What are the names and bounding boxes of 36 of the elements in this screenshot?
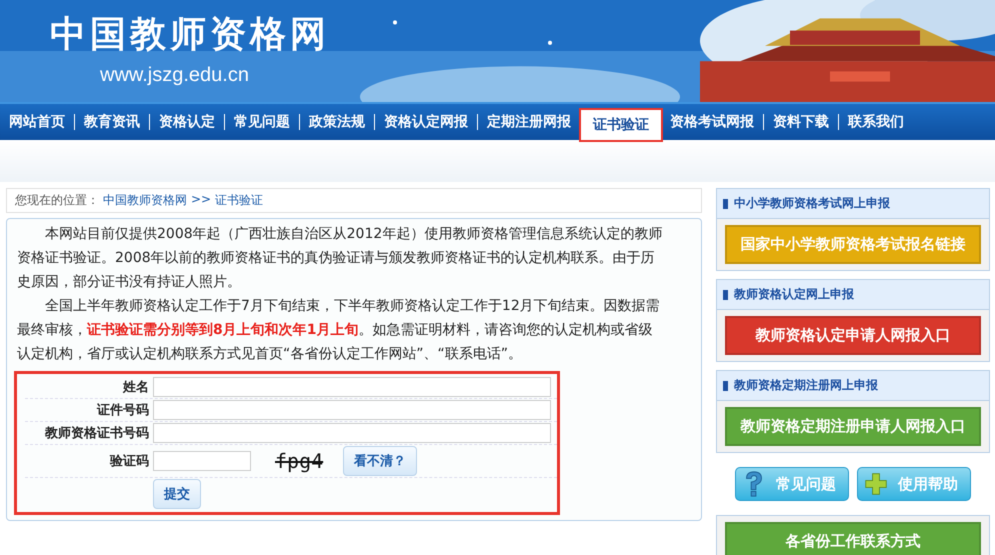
nav-tab[interactable]: 常见问题 [225,114,300,130]
nav-tab[interactable]: 教育资讯 [75,114,150,130]
site-url: www.jszg.edu.cn [100,64,249,86]
bullet-icon [723,198,728,208]
nav-tab[interactable]: 政策法规 [300,114,375,130]
captcha-image: fpg4 [275,449,324,473]
input-field[interactable] [153,377,551,397]
breadcrumb-link[interactable]: 证书验证 [215,192,264,209]
nav-tab[interactable]: 资料下载 [764,114,839,130]
breadcrumb-label: 您现在的位置： [15,192,99,209]
site-logo[interactable]: 中国教师资格网 [50,14,330,56]
nav-tab[interactable]: 资格认定 [150,114,225,130]
input-field[interactable] [153,400,551,420]
field-label: 验证码 [108,453,149,470]
nav-tab[interactable]: 证书验证 [581,110,661,140]
panel-title: 中小学教师资格考试网上申报 [734,195,890,212]
field-label: 教师资格证书号码 [44,425,149,442]
nav-tab[interactable]: 资格认定网报 [375,114,478,130]
nav-tab[interactable]: 资格考试网报 [661,114,764,130]
field-label: 证件号码 [96,402,149,419]
refresh-captcha-button[interactable]: 看不清？ [343,446,418,476]
breadcrumb-separator: >> [191,192,212,208]
panel-title: 教师资格定期注册网上申报 [734,377,878,394]
panel-title: 教师资格认定网上申报 [734,286,854,303]
captcha-input[interactable] [153,451,251,471]
submit-button[interactable]: 提交 [153,479,201,509]
bullet-icon [723,290,728,300]
notice-paragraph: 全国上半年教师资格认定工作于7月下旬结束，下半年教师资格认定工作于12月下旬结束。因数据需最终审核，证书验证需分别等到8月上旬和次年1月上旬。如急需证明材料，请咨询您的认定机构或省级认定机构，省厅或认定机构联系方式见首页“各省份认定工作网站”、“联系电话”。 [17,297,661,364]
nav-tab[interactable]: 联系我们 [839,114,913,130]
bullet-icon [723,380,728,390]
breadcrumb-link[interactable]: 中国教师资格网 [103,192,187,209]
nav-tab[interactable]: 网站首页 [0,114,75,130]
field-label: 姓名 [122,379,149,396]
notice-paragraph: 本网站目前仅提供2008年起（广西壮族自治区从2012年起）使用教师资格管理信息系统认定的教师资格证书验证。2008年以前的教师资格证书的真伪验证请与颁发教师资格证书的认定机构联系。由于历史原因，部分证书没有持证人照片。 [17,225,664,292]
input-field[interactable] [153,423,551,443]
link-button[interactable]: 教师资格认定申请人网报入口 [725,316,981,355]
